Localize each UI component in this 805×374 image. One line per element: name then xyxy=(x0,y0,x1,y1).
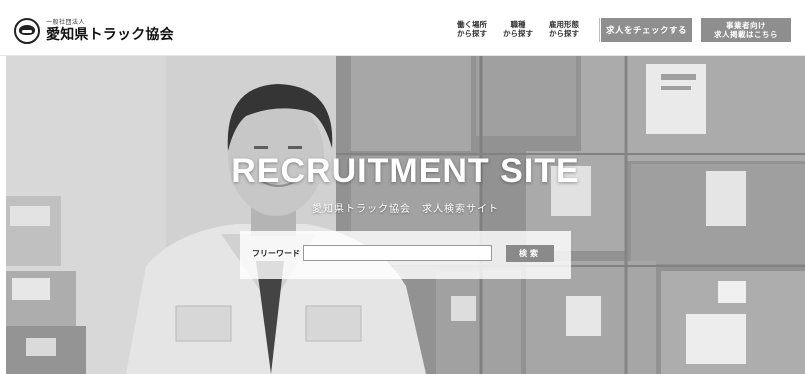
nav-label-bottom: から探す xyxy=(503,29,533,38)
nav-search-by-occupation[interactable]: 職種 から探す xyxy=(495,20,541,38)
freeword-label: フリーワード xyxy=(252,249,300,258)
site-logo[interactable]: 一般社団法人 愛知県トラック協会 xyxy=(14,16,174,46)
nav-search-by-employment-type[interactable]: 雇用形態 から探す xyxy=(541,20,587,38)
logo-title: 愛知県トラック協会 xyxy=(46,27,174,43)
freeword-search-input[interactable] xyxy=(303,245,492,261)
employer-button-line2: 求人掲載はこちら xyxy=(714,30,778,39)
nav-label-top: 働く場所 xyxy=(457,20,487,29)
hero-subtitle: 愛知県トラック協会 求人検索サイト xyxy=(312,204,499,215)
nav-label-bottom: から探す xyxy=(457,29,487,38)
logo-subtitle: 一般社団法人 xyxy=(46,19,86,26)
nav-label-bottom: から探す xyxy=(549,29,579,38)
employer-button-line1: 事業者向け xyxy=(726,21,766,30)
hero-title: RECRUITMENT SITE xyxy=(231,152,580,190)
search-button[interactable]: 検索 xyxy=(506,245,554,262)
truck-association-emblem-icon xyxy=(14,18,40,44)
search-nav: 働く場所 から探す 職種 から探す 雇用形態 から探す xyxy=(449,16,587,42)
check-jobs-button[interactable]: 求人をチェックする xyxy=(601,18,692,42)
page: 一般社団法人 愛知県トラック協会 働く場所 から探す 職種 から探す 雇用形態 … xyxy=(0,0,805,374)
logo-text: 一般社団法人 愛知県トラック協会 xyxy=(46,19,174,43)
nav-divider xyxy=(599,18,600,42)
nav-label-top: 雇用形態 xyxy=(549,20,579,29)
hero-banner: RECRUITMENT SITE 愛知県トラック協会 求人検索サイト フリーワー… xyxy=(6,56,805,374)
hero-photo-warehouse-worker xyxy=(6,56,805,374)
nav-label-top: 職種 xyxy=(510,20,526,29)
search-panel: フリーワード 検索 xyxy=(240,231,571,279)
employer-listing-button[interactable]: 事業者向け 求人掲載はこちら xyxy=(701,18,791,42)
nav-search-by-location[interactable]: 働く場所 から探す xyxy=(449,20,495,38)
site-header: 一般社団法人 愛知県トラック協会 働く場所 から探す 職種 から探す 雇用形態 … xyxy=(0,0,805,56)
